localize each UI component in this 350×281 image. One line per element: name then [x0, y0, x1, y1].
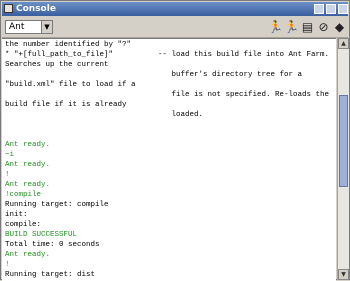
console-line: Total time: 0 seconds: [5, 241, 100, 249]
tool-selector[interactable]: Ant ▼: [5, 20, 53, 34]
console-line: loaded.: [5, 111, 204, 119]
toolbar: Ant ▼ 🏃 🏃 ▤ ⊘ ◆: [2, 17, 348, 38]
scrollbar-thumb[interactable]: [339, 95, 348, 187]
run-again-icon[interactable]: 🏃: [284, 19, 299, 34]
console-window: Console Ant ▼ 🏃 🏃 ▤ ⊘ ◆ the number identifie…: [0, 0, 350, 281]
console-line: Ant ready.: [5, 161, 51, 169]
console-line: BUILD SUCCESSFUL: [5, 231, 78, 239]
console-line: ~i: [5, 151, 15, 159]
minimize-button[interactable]: [314, 4, 324, 14]
console-line: compile:: [5, 221, 42, 229]
console-line: buffer's directory tree for a: [5, 71, 303, 79]
console-line: !: [5, 261, 10, 269]
console-line: file is not specified. Re-loads the: [5, 91, 330, 99]
stop-icon[interactable]: ⊘: [316, 19, 331, 34]
console-line: !: [5, 171, 10, 179]
console-line: Ant ready.: [5, 181, 51, 189]
console-icon: [4, 4, 13, 13]
close-button[interactable]: [338, 4, 348, 14]
window-title: Console: [16, 4, 56, 14]
console-line: "build.xml" file to load if a: [5, 81, 136, 89]
console-line: Searches up the current: [5, 61, 109, 69]
console-line: * "+[full_path_to_file]" -- load this bu…: [5, 51, 330, 59]
console-line: !compile: [5, 191, 42, 199]
title-bar[interactable]: Console: [2, 2, 348, 16]
scroll-up-arrow-icon[interactable]: ▲: [338, 38, 349, 49]
clear-icon[interactable]: ▤: [300, 19, 315, 34]
console-line: the number identified by "?": [5, 41, 132, 49]
run-icon[interactable]: 🏃: [268, 19, 283, 34]
close-console-icon[interactable]: ◆: [332, 19, 347, 34]
maximize-button[interactable]: [326, 4, 336, 14]
console-line: init:: [5, 211, 28, 219]
tool-selector-value: Ant: [9, 22, 25, 32]
console-line: Running target: compile: [5, 201, 109, 209]
chevron-down-icon: ▼: [41, 21, 52, 33]
scroll-down-arrow-icon[interactable]: ▼: [338, 269, 349, 280]
console-output[interactable]: the number identified by "?" * "+[full_pa…: [2, 38, 336, 281]
vertical-scrollbar[interactable]: ▲ ▼: [337, 38, 349, 280]
console-line: Ant ready.: [5, 141, 51, 149]
console-line: Ant ready.: [5, 251, 51, 259]
console-line: Running target: dist: [5, 271, 96, 279]
console-line: build file if it is already: [5, 101, 127, 109]
